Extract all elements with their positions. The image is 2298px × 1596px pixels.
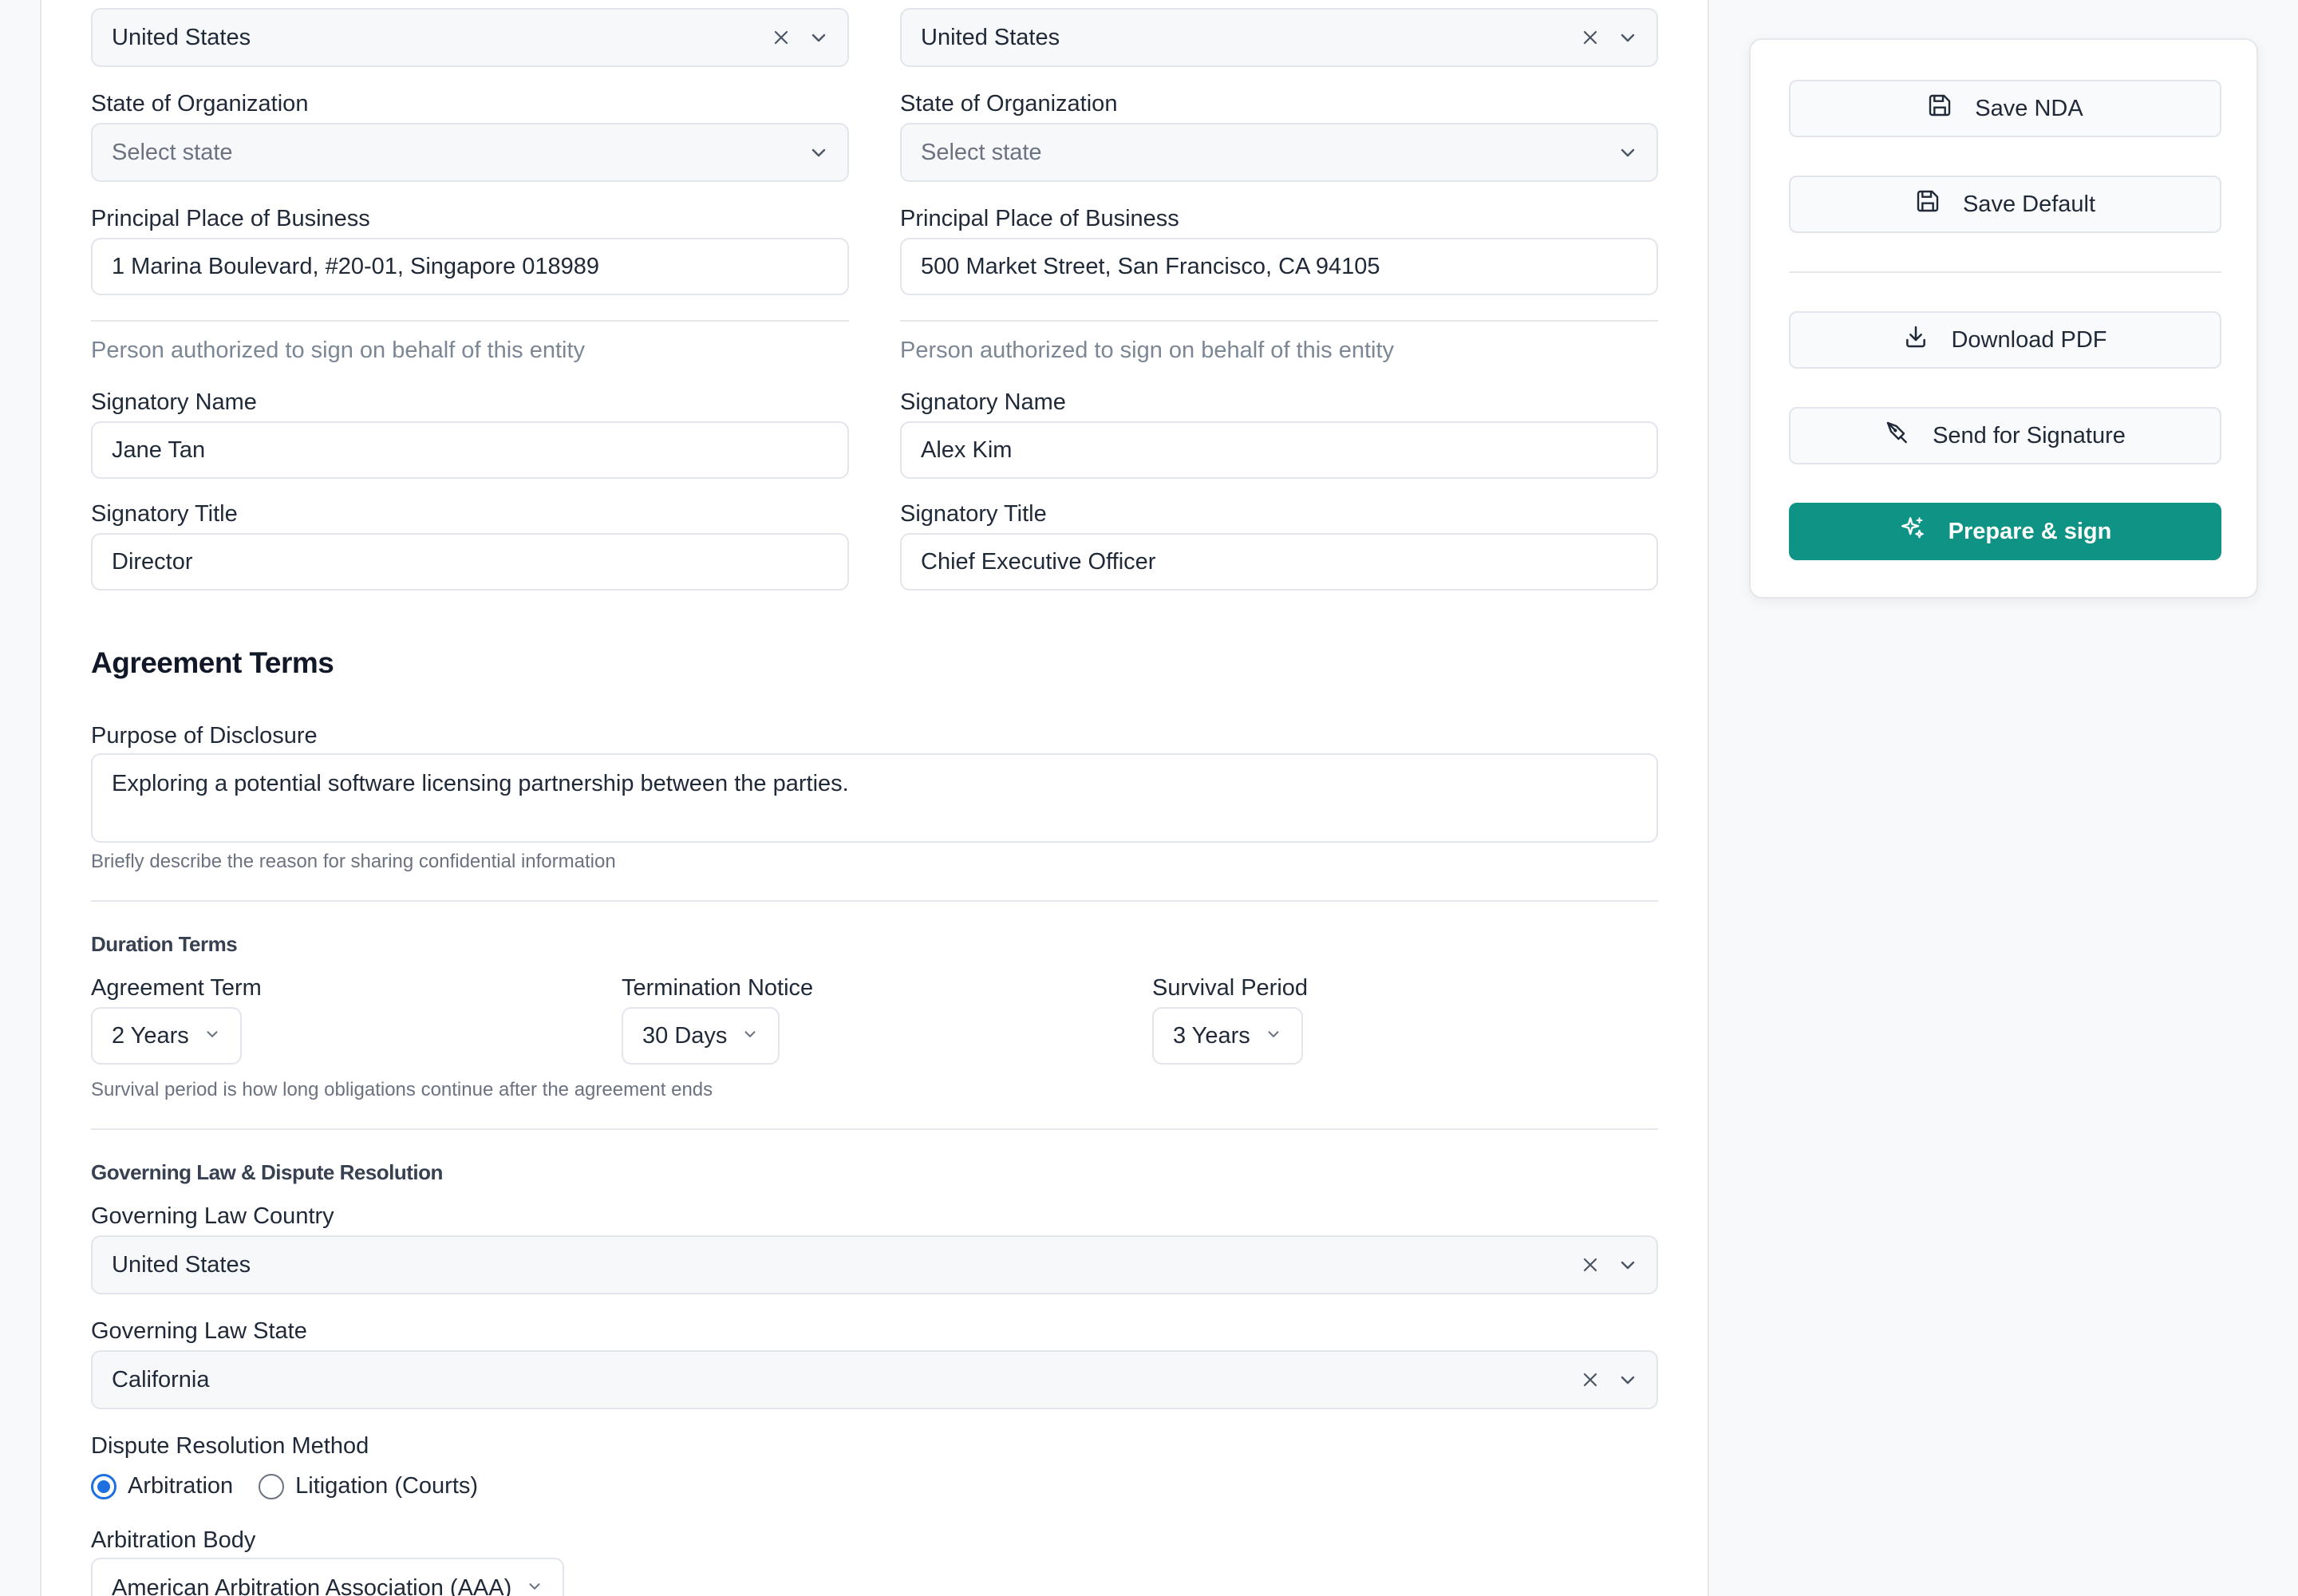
- law-country-value: United States: [112, 1251, 251, 1278]
- chevron-down-icon[interactable]: [1618, 1370, 1637, 1389]
- left-signatory-name-input[interactable]: Jane Tan: [91, 421, 849, 479]
- right-signatory-name-value: Alex Kim: [921, 437, 1013, 463]
- actions-divider: [1789, 271, 2221, 273]
- right-signatory-name-label: Signatory Name: [900, 389, 1066, 415]
- download-pdf-label: Download PDF: [1951, 326, 2107, 353]
- chevron-down-icon[interactable]: [809, 143, 828, 162]
- agreement-terms-heading: Agreement Terms: [91, 646, 334, 679]
- download-icon: [1903, 324, 1929, 356]
- right-state-label: State of Organization: [900, 91, 1118, 117]
- save-nda-button[interactable]: Save NDA: [1789, 80, 2221, 137]
- arbitration-body-label: Arbitration Body: [91, 1527, 256, 1553]
- radio-arbitration-label[interactable]: Arbitration: [128, 1473, 233, 1499]
- download-pdf-button[interactable]: Download PDF: [1789, 311, 2221, 369]
- survival-period-value: 3 Years: [1173, 1022, 1250, 1049]
- save-nda-label: Save NDA: [1975, 95, 2083, 121]
- left-signatory-title-label: Signatory Title: [91, 501, 238, 527]
- clear-icon[interactable]: [772, 29, 790, 46]
- right-address-value: 500 Market Street, San Francisco, CA 941…: [921, 253, 1380, 279]
- law-state-value: California: [112, 1366, 210, 1393]
- termination-notice-select[interactable]: 30 Days: [622, 1007, 780, 1065]
- purpose-label: Purpose of Disclosure: [91, 723, 318, 749]
- sparkles-icon: [1899, 515, 1926, 548]
- survival-period-select[interactable]: 3 Years: [1152, 1007, 1303, 1065]
- duration-divider: [91, 1128, 1658, 1130]
- save-icon: [1927, 93, 1953, 124]
- law-state-label: Governing Law State: [91, 1318, 307, 1344]
- left-signatory-name-value: Jane Tan: [112, 437, 206, 463]
- arbitration-body-select[interactable]: American Arbitration Association (AAA): [91, 1558, 565, 1596]
- duration-terms-heading: Duration Terms: [91, 932, 238, 956]
- right-signer-hint: Person authorized to sign on behalf of t…: [900, 338, 1395, 363]
- agreement-term-label: Agreement Term: [91, 975, 262, 1001]
- save-default-button[interactable]: Save Default: [1789, 176, 2221, 233]
- right-signatory-title-label: Signatory Title: [900, 501, 1047, 527]
- chevron-down-icon: [526, 1575, 543, 1596]
- termination-notice-value: 30 Days: [642, 1022, 728, 1049]
- radio-litigation-label[interactable]: Litigation (Courts): [295, 1473, 478, 1499]
- actions-panel: Save NDA Save Default Download PDF Send …: [1749, 38, 2258, 598]
- left-signer-hint: Person authorized to sign on behalf of t…: [91, 338, 586, 363]
- chevron-down-icon[interactable]: [1618, 143, 1637, 162]
- chevron-down-icon: [741, 1023, 759, 1049]
- pen-tool-icon: [1885, 420, 1910, 452]
- law-country-select[interactable]: United States: [91, 1235, 1658, 1294]
- chevron-down-icon[interactable]: [809, 28, 828, 47]
- right-state-select[interactable]: Select state: [900, 123, 1658, 182]
- left-country-value: United States: [112, 24, 251, 50]
- chevron-down-icon[interactable]: [1618, 1255, 1637, 1274]
- right-country-select[interactable]: United States: [900, 8, 1658, 67]
- dispute-label: Dispute Resolution Method: [91, 1433, 369, 1459]
- chevron-down-icon: [203, 1023, 221, 1049]
- send-for-signature-label: Send for Signature: [1933, 422, 2126, 448]
- left-address-label: Principal Place of Business: [91, 206, 370, 231]
- survival-hint: Survival period is how long obligations …: [91, 1079, 713, 1100]
- law-country-label: Governing Law Country: [91, 1203, 334, 1229]
- termination-notice-label: Termination Notice: [622, 975, 814, 1001]
- survival-period-label: Survival Period: [1152, 975, 1309, 1001]
- left-signatory-name-label: Signatory Name: [91, 389, 257, 415]
- right-state-placeholder: Select state: [921, 139, 1042, 165]
- chevron-down-icon: [1265, 1023, 1282, 1049]
- arbitration-body-value: American Arbitration Association (AAA): [112, 1574, 512, 1596]
- save-icon: [1915, 188, 1941, 220]
- chevron-down-icon[interactable]: [1618, 28, 1637, 47]
- purpose-divider: [91, 900, 1658, 902]
- purpose-hint: Briefly describe the reason for sharing …: [91, 851, 616, 872]
- left-country-select[interactable]: United States: [91, 8, 849, 67]
- prepare-and-sign-label: Prepare & sign: [1948, 518, 2112, 544]
- left-state-label: State of Organization: [91, 91, 309, 117]
- law-state-select[interactable]: California: [91, 1350, 1658, 1409]
- send-for-signature-button[interactable]: Send for Signature: [1789, 407, 2221, 464]
- left-signatory-title-input[interactable]: Director: [91, 533, 849, 591]
- radio-arbitration[interactable]: [91, 1473, 116, 1499]
- purpose-textarea[interactable]: Exploring a potential software licensing…: [91, 753, 1658, 843]
- prepare-and-sign-button[interactable]: Prepare & sign: [1789, 503, 2221, 560]
- right-signatory-title-value: Chief Executive Officer: [921, 548, 1156, 575]
- purpose-value: Exploring a potential software licensing…: [112, 771, 849, 796]
- left-address-input[interactable]: 1 Marina Boulevard, #20-01, Singapore 01…: [91, 238, 849, 295]
- right-country-value: United States: [921, 24, 1060, 50]
- radio-litigation[interactable]: [259, 1473, 285, 1499]
- clear-icon[interactable]: [1581, 1256, 1599, 1274]
- agreement-term-select[interactable]: 2 Years: [91, 1007, 242, 1065]
- right-divider: [900, 320, 1658, 322]
- right-address-label: Principal Place of Business: [900, 206, 1179, 231]
- dispute-radio-group: Arbitration Litigation (Courts): [91, 1473, 503, 1499]
- left-address-value: 1 Marina Boulevard, #20-01, Singapore 01…: [112, 253, 600, 279]
- clear-icon[interactable]: [1581, 1371, 1599, 1389]
- left-divider: [91, 320, 849, 322]
- right-signatory-title-input[interactable]: Chief Executive Officer: [900, 533, 1658, 591]
- save-default-label: Save Default: [1962, 191, 2096, 217]
- agreement-term-value: 2 Years: [112, 1022, 189, 1049]
- right-signatory-name-input[interactable]: Alex Kim: [900, 421, 1658, 479]
- right-address-input[interactable]: 500 Market Street, San Francisco, CA 941…: [900, 238, 1658, 295]
- left-state-placeholder: Select state: [112, 139, 233, 165]
- governing-law-heading: Governing Law & Dispute Resolution: [91, 1160, 443, 1184]
- left-state-select[interactable]: Select state: [91, 123, 849, 182]
- left-signatory-title-value: Director: [112, 548, 193, 575]
- clear-icon[interactable]: [1581, 29, 1599, 46]
